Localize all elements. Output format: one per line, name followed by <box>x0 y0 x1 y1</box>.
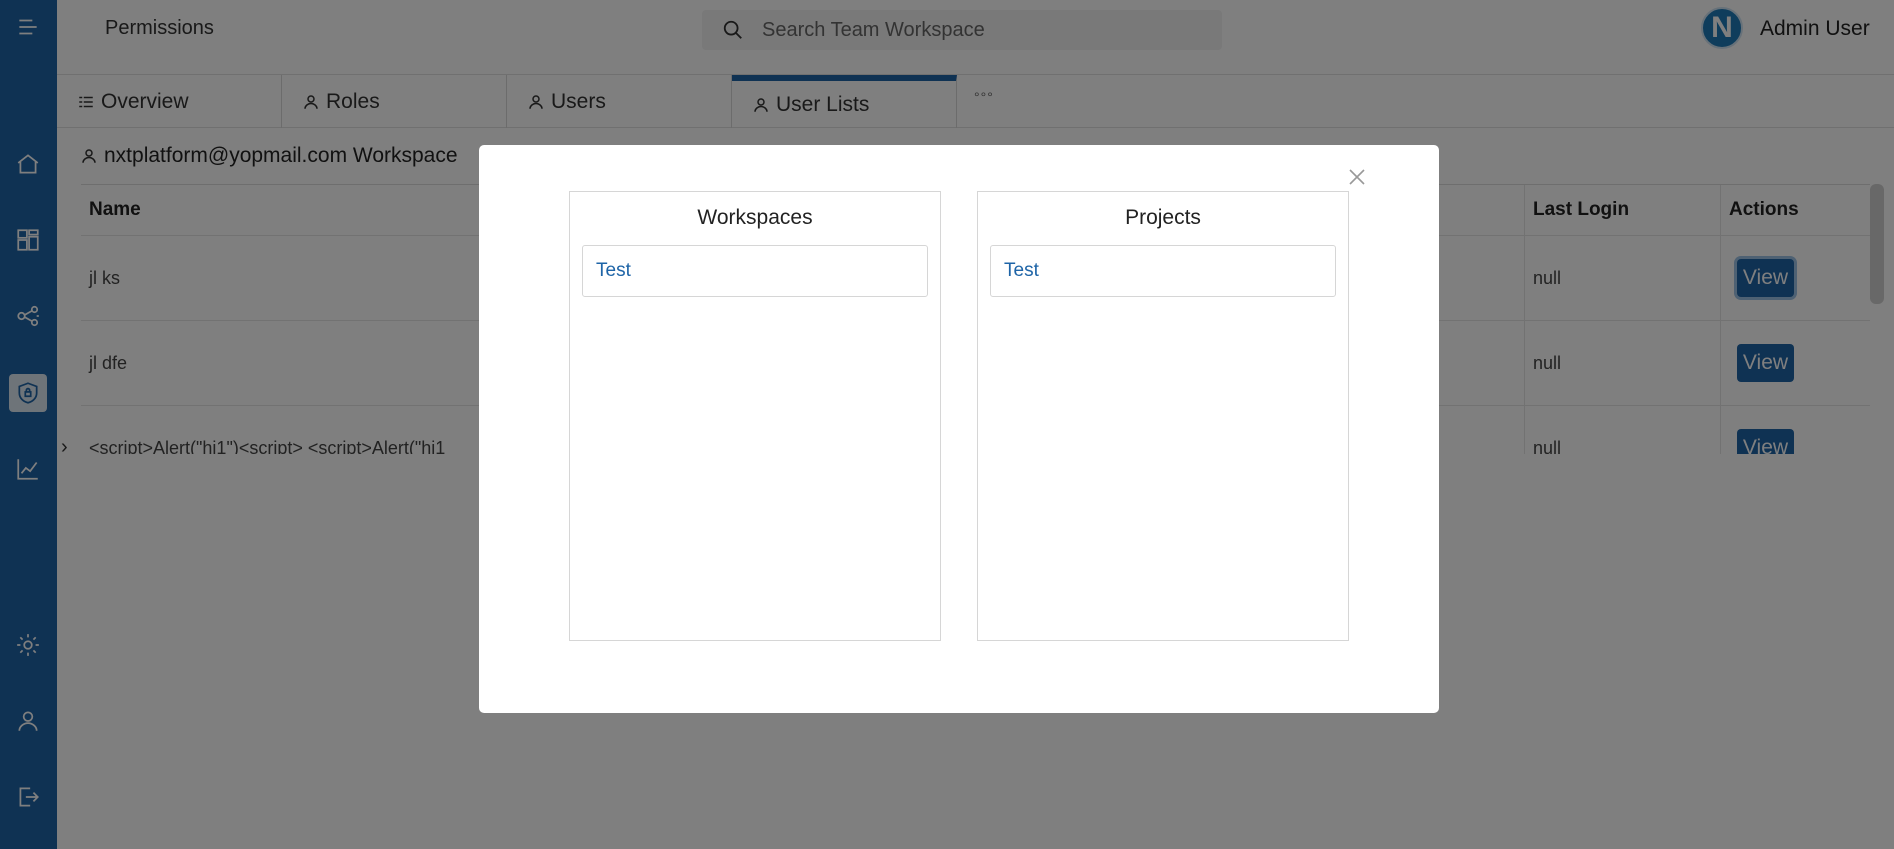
workspaces-panel: Workspaces Test <box>569 191 941 641</box>
workspace-item[interactable]: Test <box>582 245 928 297</box>
workspaces-title: Workspaces <box>697 206 813 229</box>
access-modal: Workspaces Test Projects Test <box>479 145 1439 713</box>
projects-title: Projects <box>1125 206 1201 229</box>
project-item[interactable]: Test <box>990 245 1336 297</box>
projects-panel: Projects Test <box>977 191 1349 641</box>
close-icon[interactable] <box>1345 165 1369 189</box>
